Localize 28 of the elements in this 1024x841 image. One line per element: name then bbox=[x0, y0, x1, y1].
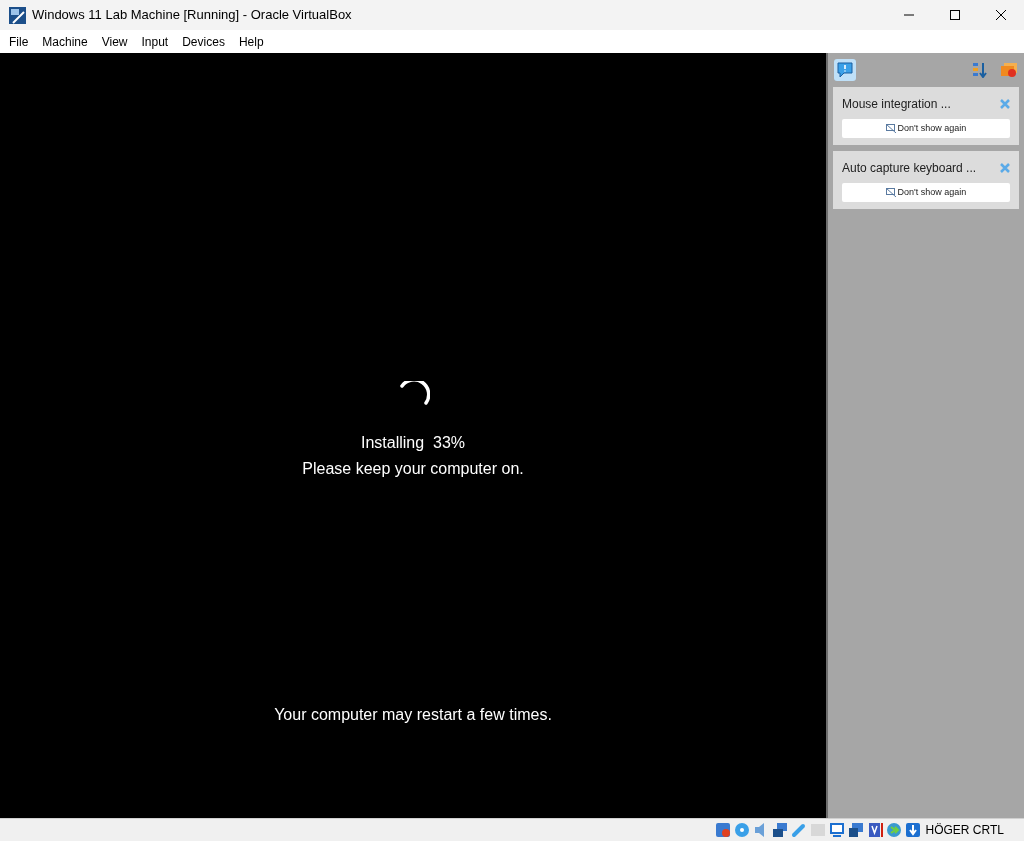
host-key-label: HÖGER CRTL bbox=[925, 822, 1004, 839]
notification-title: Mouse integration ... bbox=[842, 96, 951, 113]
hide-icon bbox=[885, 188, 896, 197]
menu-item[interactable]: Devices bbox=[175, 32, 232, 51]
sort-icon[interactable] bbox=[972, 62, 988, 78]
menu-item[interactable]: Machine bbox=[35, 32, 95, 51]
refresh-icon[interactable] bbox=[885, 822, 902, 838]
install-message: Please keep your computer on. bbox=[302, 459, 524, 479]
close-icon[interactable] bbox=[1000, 163, 1010, 173]
close-icon[interactable] bbox=[1000, 99, 1010, 109]
menu-item[interactable]: View bbox=[94, 32, 135, 51]
hide-icon bbox=[885, 124, 896, 133]
menu-item[interactable]: File bbox=[2, 32, 36, 51]
dont-show-again-button[interactable]: Don't show again bbox=[842, 119, 1010, 138]
menu-item[interactable]: Help bbox=[231, 32, 271, 51]
restart-note: Your computer may restart a few times. bbox=[274, 705, 552, 725]
window-title: Windows 11 Lab Machine [Running] - Oracle VirtualBox bbox=[32, 6, 352, 25]
display-icon[interactable] bbox=[828, 822, 845, 838]
dismiss-all-icon[interactable] bbox=[1000, 62, 1018, 78]
maximize-icon bbox=[950, 10, 960, 20]
install-status: Installing 33% bbox=[360, 433, 466, 453]
app-logo-icon bbox=[9, 6, 26, 24]
dont-show-again-button[interactable]: Don't show again bbox=[842, 183, 1010, 202]
menu-item[interactable]: Input bbox=[134, 32, 176, 51]
optical-disc-icon[interactable] bbox=[733, 822, 750, 838]
notification-title: Auto capture keyboard ... bbox=[842, 160, 977, 177]
close-icon bbox=[996, 10, 1006, 20]
speech-bubble-icon[interactable] bbox=[834, 59, 856, 81]
